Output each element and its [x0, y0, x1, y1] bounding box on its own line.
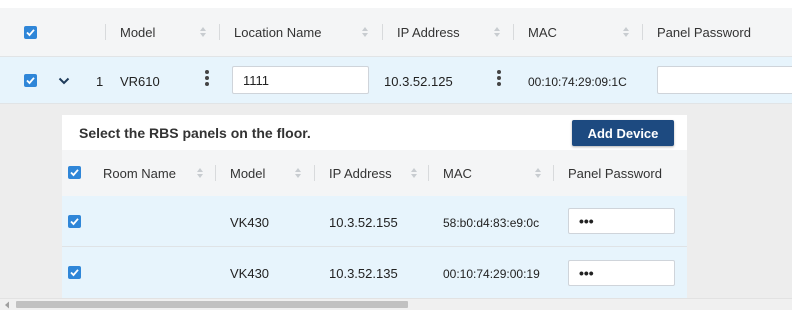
scrollbar-thumb[interactable] — [16, 301, 408, 308]
panel-password-input[interactable]: ••• — [568, 260, 675, 286]
column-separator — [553, 165, 554, 181]
detail-header-room-name[interactable]: Room Name — [103, 166, 176, 181]
row-index: 1 — [96, 74, 104, 89]
column-separator — [513, 24, 514, 40]
sort-icon[interactable] — [199, 26, 207, 38]
detail-title: Select the RBS panels on the floor. — [79, 125, 311, 141]
detail-header-panel-password[interactable]: Panel Password — [568, 166, 662, 181]
header-model[interactable]: Model — [120, 25, 155, 40]
checkbox-checked-icon — [70, 269, 79, 277]
sort-icon[interactable] — [361, 26, 369, 38]
location-name-input[interactable]: 1111 — [232, 66, 369, 94]
panel-password-input[interactable] — [657, 66, 792, 94]
header-ip-address[interactable]: IP Address — [397, 25, 460, 40]
header-location-name[interactable]: Location Name — [234, 25, 321, 40]
scroll-left-arrow-icon[interactable] — [4, 301, 10, 309]
header-mac[interactable]: MAC — [528, 25, 557, 40]
sort-icon[interactable] — [534, 167, 542, 179]
detail-header-ip-address[interactable]: IP Address — [329, 166, 392, 181]
row-ip-address: 10.3.52.125 — [384, 74, 453, 89]
row-checkbox[interactable] — [68, 215, 81, 228]
model: VK430 — [230, 215, 270, 230]
ip-address: 10.3.52.135 — [329, 266, 398, 281]
column-separator — [642, 24, 643, 40]
row-mac: 00:10:74:29:09:1C — [528, 75, 627, 89]
sort-icon[interactable] — [622, 26, 630, 38]
chevron-down-icon[interactable] — [58, 77, 70, 85]
checkbox-checked-icon — [26, 29, 35, 37]
kebab-menu-icon[interactable] — [205, 70, 209, 88]
kebab-menu-icon[interactable] — [497, 70, 501, 88]
checkbox-checked-icon — [26, 77, 35, 85]
row-checkbox[interactable] — [24, 74, 37, 87]
column-separator — [215, 165, 216, 181]
column-separator — [219, 24, 220, 40]
mac: 00:10:74:29:00:19 — [443, 267, 540, 281]
column-separator — [105, 24, 106, 40]
checkbox-checked-icon — [70, 218, 79, 226]
sort-icon[interactable] — [196, 167, 204, 179]
add-device-button[interactable]: Add Device — [572, 120, 674, 146]
row-model: VR610 — [120, 74, 160, 89]
sort-icon[interactable] — [294, 167, 302, 179]
sort-icon[interactable] — [410, 167, 418, 179]
detail-select-all-checkbox[interactable] — [68, 166, 81, 179]
checkbox-checked-icon — [70, 169, 79, 177]
column-separator — [314, 165, 315, 181]
detail-header-mac[interactable]: MAC — [443, 166, 472, 181]
column-separator — [428, 165, 429, 181]
select-all-checkbox[interactable] — [24, 26, 37, 39]
ip-address: 10.3.52.155 — [329, 215, 398, 230]
header-panel-password[interactable]: Panel Password — [657, 25, 751, 40]
horizontal-scrollbar[interactable] — [0, 298, 792, 310]
detail-header-model[interactable]: Model — [230, 166, 265, 181]
row-checkbox[interactable] — [68, 266, 81, 279]
column-separator — [382, 24, 383, 40]
sort-icon[interactable] — [493, 26, 501, 38]
mac: 58:b0:d4:83:e9:0c — [443, 216, 540, 230]
model: VK430 — [230, 266, 270, 281]
panel-password-input[interactable]: ••• — [568, 208, 675, 234]
